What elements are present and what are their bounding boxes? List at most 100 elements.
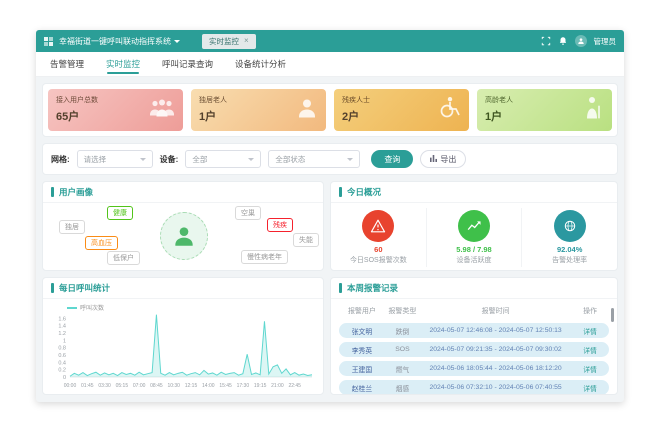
table-row: 张文明 跌倒 2024-05-07 12:46:08 - 2024-05-07 … (339, 323, 609, 338)
user-profile-panel: 用户画像 健康 独居 高血压 低保户 空巢 残疾 失能 慢性病老年 (42, 181, 324, 271)
detail-link[interactable]: 详情 (571, 383, 609, 393)
overview-item-handle-rate[interactable]: 92.04% 告警处理率 (522, 208, 617, 267)
svg-text:12:15: 12:15 (185, 383, 198, 389)
page-content: 接入用户总数 65户 独居老人 1户 残疾人士 2户 (36, 77, 624, 401)
chevron-down-icon (140, 158, 146, 161)
titlebar: 幸福街道一键呼叫联动指挥系统 实时监控 × 管理员 (36, 30, 624, 52)
svg-text:1.4: 1.4 (58, 324, 66, 330)
svg-text:08:45: 08:45 (150, 383, 163, 389)
profile-tag: 低保户 (107, 251, 140, 265)
app-logo-icon (44, 37, 53, 46)
profile-tag: 独居 (59, 220, 85, 234)
panel-title: 用户画像 (59, 186, 93, 198)
column-header: 报警用户 (339, 306, 385, 316)
grid-filter-label: 网格: (51, 154, 70, 165)
elderly-icon (582, 96, 604, 125)
close-icon[interactable]: × (244, 37, 249, 45)
cell-user: 张文明 (339, 326, 385, 336)
grid-select-value: 请选择 (84, 154, 107, 165)
bottom-row: 每日呼叫统计 呼叫次数 00.20.40.60.811.21.41.600:00… (42, 277, 618, 395)
panel-title: 本周报警记录 (347, 282, 398, 294)
svg-text:1.2: 1.2 (58, 331, 66, 337)
cell-time: 2024-05-06 18:05:44 - 2024-05-06 18:12:2… (420, 365, 571, 372)
chevron-down-icon (174, 40, 180, 43)
app-title[interactable]: 幸福街道一键呼叫联动指挥系统 (59, 36, 180, 47)
svg-text:22:45: 22:45 (288, 383, 301, 389)
middle-row: 用户画像 健康 独居 高血压 低保户 空巢 残疾 失能 慢性病老年 (42, 181, 618, 271)
nav-tab-device-stats[interactable]: 设备统计分析 (235, 52, 286, 76)
nav-tab-call-records[interactable]: 呼叫记录查询 (162, 52, 213, 76)
profile-tag: 失能 (293, 233, 319, 247)
profile-tag: 高血压 (85, 236, 118, 250)
detail-link[interactable]: 详情 (571, 364, 609, 374)
status-select[interactable]: 全部状态 (268, 150, 360, 168)
stat-card-total-users[interactable]: 接入用户总数 65户 (48, 89, 183, 131)
chart-body: 呼叫次数 00.20.40.60.811.21.41.600:0001:4503… (43, 299, 323, 398)
panel-header: 用户画像 (43, 182, 323, 203)
alarm-records-panel: 本周报警记录 报警用户 报警类型 报警时间 操作 张文明 跌倒 2024-05-… (330, 277, 618, 395)
chevron-down-icon (248, 158, 254, 161)
stat-card-disabled[interactable]: 残疾人士 2户 (334, 89, 469, 131)
profile-tag: 空巢 (235, 206, 261, 220)
titlebar-actions: 管理员 (541, 35, 617, 47)
overview-item-activity[interactable]: 5.98 / 7.98 设备活跃度 (427, 208, 523, 267)
device-type-select[interactable]: 全部 (185, 150, 261, 168)
profile-tag: 慢性病老年 (241, 250, 288, 264)
table-scrollbar[interactable] (611, 308, 614, 322)
nav-tab-monitoring[interactable]: 实时监控 (106, 52, 140, 76)
app-window: 幸福街道一键呼叫联动指挥系统 实时监控 × 管理员 告警管理 实时监控 呼叫记录… (36, 30, 624, 402)
overview-label: 设备活跃度 (427, 255, 522, 265)
fullscreen-icon[interactable] (541, 36, 551, 46)
section-accent-bar (51, 187, 54, 197)
stat-card-living-alone[interactable]: 独居老人 1户 (191, 89, 326, 131)
panel-header: 今日概况 (331, 182, 617, 203)
overview-label: 告警处理率 (522, 255, 617, 265)
detail-link[interactable]: 详情 (571, 326, 609, 336)
grid-select[interactable]: 请选择 (77, 150, 153, 168)
nav-tab-alarms[interactable]: 告警管理 (50, 52, 84, 76)
detail-link[interactable]: 详情 (571, 345, 609, 355)
cell-time: 2024-05-06 07:32:10 - 2024-05-06 07:40:5… (420, 384, 571, 391)
overview-item-sos[interactable]: 60 今日SOS报警次数 (331, 208, 427, 267)
status-select-value: 全部状态 (275, 154, 305, 165)
call-volume-chart: 00.20.40.60.811.21.41.600:0001:4503:3005… (48, 299, 320, 393)
panel-header: 每日呼叫统计 (43, 278, 323, 299)
bell-icon[interactable] (558, 36, 568, 46)
cell-type: 燃气 (385, 364, 420, 374)
svg-text:03:30: 03:30 (98, 383, 111, 389)
search-button[interactable]: 查询 (371, 150, 413, 168)
open-page-tab[interactable]: 实时监控 × (202, 34, 256, 49)
export-button[interactable]: 导出 (420, 150, 466, 168)
overview-value: 60 (331, 245, 426, 254)
panel-title: 今日概况 (347, 186, 381, 198)
cell-type: 烟感 (385, 383, 420, 393)
column-header: 报警时间 (420, 306, 571, 316)
table-row: 赵桂兰 烟感 2024-05-06 07:32:10 - 2024-05-06 … (339, 380, 609, 395)
table-row: 王建国 燃气 2024-05-06 18:05:44 - 2024-05-06 … (339, 361, 609, 376)
svg-text:19:15: 19:15 (254, 383, 267, 389)
device-type-select-value: 全部 (192, 154, 207, 165)
svg-text:0: 0 (63, 375, 66, 381)
type-filter-label: 设备: (160, 154, 179, 165)
stat-card-elderly[interactable]: 高龄老人 1户 (477, 89, 612, 131)
username-label[interactable]: 管理员 (594, 36, 617, 47)
panel-title: 每日呼叫统计 (59, 282, 110, 294)
export-button-label: 导出 (440, 154, 456, 165)
filter-bar: 网格: 请选择 设备: 全部 全部状态 查询 导出 (42, 143, 618, 175)
svg-text:10:30: 10:30 (167, 383, 180, 389)
svg-text:1: 1 (63, 338, 66, 344)
alarm-records-table: 报警用户 报警类型 报警时间 操作 张文明 跌倒 2024-05-07 12:4… (331, 299, 617, 395)
nav-tabbar: 告警管理 实时监控 呼叫记录查询 设备统计分析 (36, 52, 624, 77)
svg-text:1.6: 1.6 (58, 316, 66, 322)
legend-swatch (67, 307, 77, 309)
svg-text:07:00: 07:00 (133, 383, 146, 389)
svg-text:0.4: 0.4 (58, 360, 66, 366)
user-icon (296, 97, 318, 124)
panel-header: 本周报警记录 (331, 278, 617, 299)
profile-avatar (160, 212, 208, 260)
cell-user: 王建国 (339, 364, 385, 374)
svg-text:05:15: 05:15 (116, 383, 129, 389)
trend-icon (458, 210, 490, 242)
column-header: 操作 (571, 306, 609, 316)
avatar[interactable] (575, 35, 587, 47)
